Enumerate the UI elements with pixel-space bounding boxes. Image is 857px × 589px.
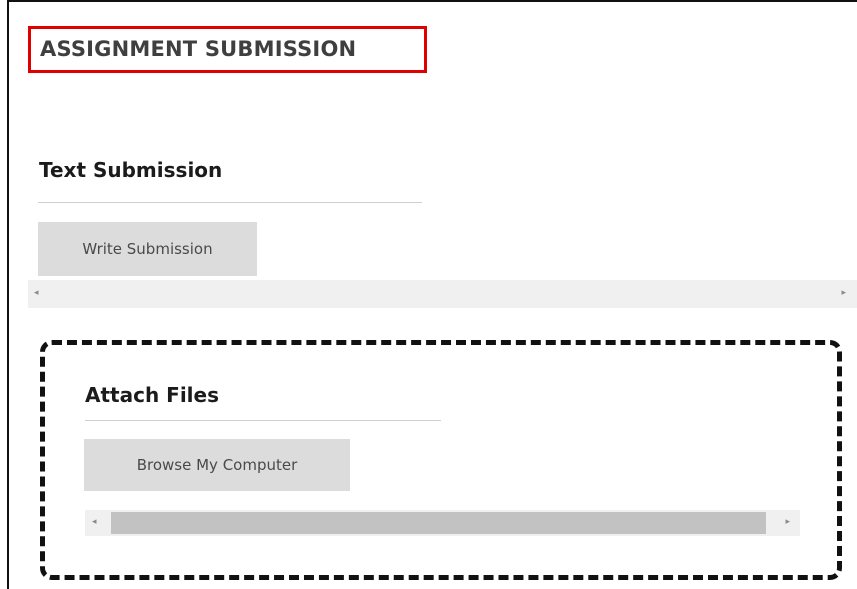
- text-submission-scrollbar[interactable]: ◂ ▸: [28, 280, 857, 308]
- attach-files-scrollbar[interactable]: ◂ ▸: [85, 510, 800, 536]
- scroll-left-arrow-icon[interactable]: ◂: [92, 518, 97, 527]
- scroll-right-arrow-icon[interactable]: ▸: [785, 518, 790, 527]
- text-submission-heading: Text Submission: [39, 158, 223, 182]
- scroll-left-arrow-icon[interactable]: ◂: [34, 289, 39, 298]
- attach-files-heading: Attach Files: [85, 383, 219, 407]
- scrollbar-thumb[interactable]: [111, 512, 766, 534]
- browse-my-computer-button[interactable]: Browse My Computer: [84, 439, 350, 491]
- text-submission-divider: [38, 202, 422, 203]
- attach-files-divider: [85, 420, 441, 421]
- scroll-right-arrow-icon[interactable]: ▸: [841, 289, 846, 298]
- page-title: ASSIGNMENT SUBMISSION: [28, 26, 427, 73]
- write-submission-button[interactable]: Write Submission: [38, 222, 257, 276]
